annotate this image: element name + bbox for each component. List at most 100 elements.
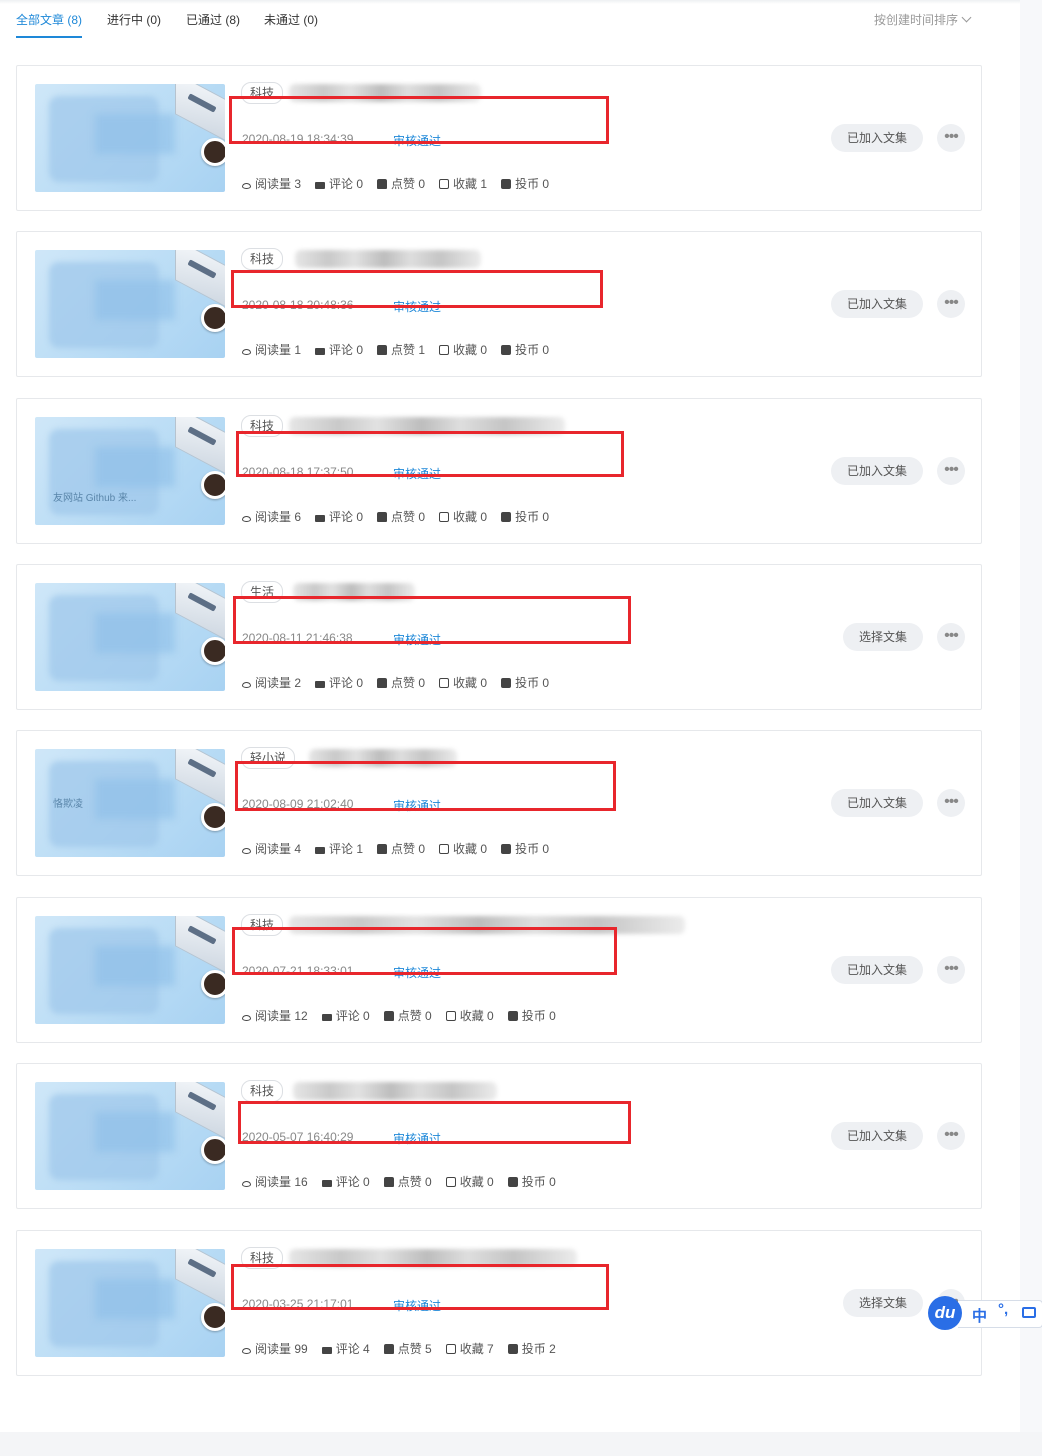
stat-views: 阅读量 12: [242, 1008, 308, 1024]
article-title-redacted[interactable]: [293, 583, 415, 601]
stat-comments-text: 评论 0: [329, 343, 364, 357]
ime-logo[interactable]: du: [928, 1296, 962, 1330]
article-title-redacted[interactable]: [289, 417, 565, 435]
category-tag: 科技: [241, 914, 284, 936]
eye-icon: [242, 349, 251, 355]
publish-date: 2020-03-25 21:17:01: [242, 1297, 354, 1311]
article-card[interactable]: 科技 2020-05-07 16:40:29 审核通过 阅读量 16 评论 0 点赞…: [16, 1063, 982, 1209]
more-options-button[interactable]: •••: [937, 290, 965, 318]
stat-comments-text: 评论 0: [335, 1175, 370, 1189]
tab-in-progress[interactable]: 进行中 (0): [107, 10, 161, 36]
thumbnail-blur: [95, 114, 175, 154]
tab-rejected[interactable]: 未通过 (0): [264, 10, 318, 36]
publish-date: 2020-08-18 20:48:36: [242, 298, 354, 312]
collection-button[interactable]: 选择文集: [843, 1289, 924, 1317]
article-stats: 阅读量 3 评论 0 点赞 0 收藏 1 投币 0: [242, 176, 563, 192]
review-status: 审核通过: [393, 1299, 442, 1313]
thumbnail-blur: [95, 1279, 175, 1319]
article-thumbnail[interactable]: 恪欺凌: [35, 749, 225, 857]
stat-views: 阅读量 3: [242, 176, 301, 192]
article-card[interactable]: 科技 2020-08-19 18:34:39 审核通过 阅读量 3 评论 0 点赞 …: [16, 65, 982, 211]
eye-icon: [242, 682, 251, 688]
article-card[interactable]: 生活 2020-08-11 21:46:38 审核通过 阅读量 2 评论 0 点赞 …: [16, 564, 982, 710]
chevron-down-icon: [961, 12, 972, 23]
stat-views-text: 阅读量 99: [255, 1342, 308, 1356]
stat-coins: 投币 0: [501, 509, 549, 525]
article-card[interactable]: 科技 2020-08-18 20:48:36 审核通过 阅读量 1 评论 0 点赞 …: [16, 231, 982, 377]
eye-icon: [242, 516, 251, 522]
ime-toolbar[interactable]: 中 °, du: [928, 1296, 1042, 1330]
right-scroll-strip[interactable]: [1020, 0, 1042, 1456]
collection-button[interactable]: 已加入文集: [831, 1122, 924, 1150]
collection-button[interactable]: 已加入文集: [831, 124, 924, 152]
article-thumbnail[interactable]: [35, 1249, 225, 1357]
publish-date: 2020-08-19 18:34:39: [242, 132, 354, 146]
article-thumbnail[interactable]: [35, 916, 225, 1024]
article-card[interactable]: 科技 2020-07-21 18:33:01 审核通过 阅读量 12 评论 0 点赞…: [16, 897, 982, 1043]
tab-all-articles[interactable]: 全部文章 (8): [16, 10, 83, 38]
more-options-button[interactable]: •••: [937, 124, 965, 152]
more-options-button[interactable]: •••: [937, 623, 965, 651]
more-options-button[interactable]: •••: [937, 789, 965, 817]
more-options-button[interactable]: •••: [937, 457, 965, 485]
stat-coins-text: 投币 0: [515, 343, 550, 357]
laptop-graphic: [175, 1249, 225, 1307]
stat-coins: 投币 2: [507, 1341, 556, 1357]
stat-favorites-text: 收藏 0: [453, 842, 488, 856]
collection-button[interactable]: 已加入文集: [831, 457, 924, 485]
article-thumbnail[interactable]: [35, 250, 225, 358]
stat-coins-text: 投币 0: [521, 1009, 556, 1023]
stat-likes-text: 点赞 1: [391, 343, 426, 357]
article-thumbnail[interactable]: [35, 583, 225, 691]
coffee-cup-graphic: [201, 304, 225, 332]
article-stats: 阅读量 4 评论 1 点赞 0 收藏 0 投币 0: [242, 841, 563, 857]
article-card[interactable]: 友网站 Github 来... 科技 2020-08-18 17:37:50 审…: [16, 398, 982, 544]
stat-views: 阅读量 2: [242, 675, 301, 691]
stat-likes-text: 点赞 0: [397, 1009, 432, 1023]
ime-punctuation-toggle[interactable]: °,: [998, 1301, 1008, 1318]
article-stats: 阅读量 16 评论 0 点赞 0 收藏 0 投币 0: [242, 1174, 570, 1190]
eye-icon: [242, 183, 251, 189]
stat-likes-text: 点赞 0: [391, 676, 426, 690]
collection-button[interactable]: 已加入文集: [831, 956, 924, 984]
more-options-button[interactable]: •••: [937, 1122, 965, 1150]
article-title-redacted[interactable]: [293, 1082, 497, 1100]
stat-comments-text: 评论 0: [329, 510, 364, 524]
publish-date: 2020-08-09 21:02:40: [242, 797, 354, 811]
article-thumbnail[interactable]: 友网站 Github 来...: [35, 417, 225, 525]
stat-coins-text: 投币 0: [515, 177, 550, 191]
coffee-cup-graphic: [201, 637, 225, 665]
category-tag: 轻小说: [241, 747, 296, 769]
thumbnail-blur: [95, 613, 175, 653]
stat-views: 阅读量 16: [242, 1174, 308, 1190]
stat-favorites: 收藏 0: [439, 342, 487, 358]
article-card[interactable]: 科技 2020-03-25 21:17:01 审核通过 阅读量 99 评论 4 点赞…: [16, 1230, 982, 1376]
article-thumbnail[interactable]: [35, 1082, 225, 1190]
article-title-redacted[interactable]: [289, 84, 481, 102]
stat-views-text: 阅读量 1: [255, 343, 302, 357]
tab-approved[interactable]: 已通过 (8): [186, 10, 240, 36]
collection-button[interactable]: 已加入文集: [831, 290, 924, 318]
sort-dropdown[interactable]: 按创建时间排序: [874, 10, 972, 30]
laptop-graphic: [175, 583, 225, 641]
article-title-redacted[interactable]: [289, 916, 685, 934]
thumbs-up-icon: [377, 512, 388, 522]
collection-button[interactable]: 选择文集: [843, 623, 924, 651]
review-status: 审核通过: [393, 799, 442, 813]
stat-likes-text: 点赞 5: [397, 1342, 432, 1356]
thumbnail-blur: [95, 946, 175, 986]
collection-button[interactable]: 已加入文集: [831, 789, 924, 817]
article-title-redacted[interactable]: [295, 250, 481, 268]
stat-coins: 投币 0: [501, 176, 549, 192]
stat-favorites-text: 收藏 1: [453, 177, 488, 191]
article-title-redacted[interactable]: [289, 1249, 577, 1267]
coin-icon: [507, 1177, 518, 1187]
article-thumbnail[interactable]: [35, 84, 225, 192]
more-options-button[interactable]: •••: [937, 956, 965, 984]
toolbox-icon[interactable]: [1022, 1307, 1036, 1318]
ime-mode-toggle[interactable]: 中: [972, 1305, 987, 1326]
article-title-redacted[interactable]: [309, 749, 457, 767]
sort-label: 按创建时间排序: [874, 13, 959, 27]
thumbs-up-icon: [377, 345, 388, 355]
article-card[interactable]: 恪欺凌 轻小说 2020-08-09 21:02:40 审核通过 阅读量 4 评论…: [16, 730, 982, 876]
